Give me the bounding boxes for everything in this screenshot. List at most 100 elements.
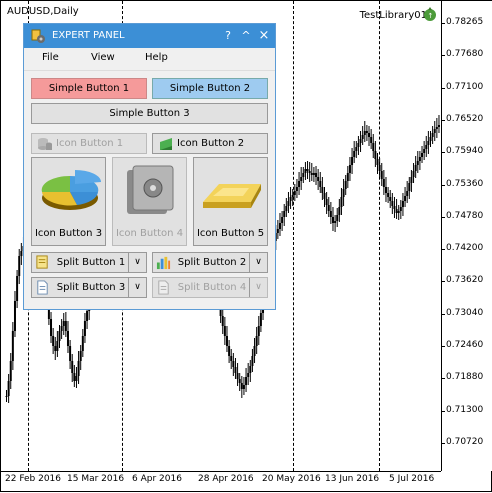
expert-panel-icon — [31, 29, 45, 43]
simple-button-3[interactable]: Simple Button 3 — [31, 103, 268, 124]
candle-body — [71, 361, 74, 373]
chevron-down-icon[interactable]: ∨ — [128, 253, 146, 272]
candle-body — [412, 171, 415, 177]
candle-body — [370, 137, 373, 143]
candle-body — [348, 165, 351, 173]
candle-body — [323, 193, 326, 199]
candle-body — [429, 137, 432, 141]
candle-body — [321, 187, 324, 193]
candle-body — [408, 183, 411, 191]
candle-body — [372, 143, 375, 151]
menu-file[interactable]: File — [42, 52, 59, 63]
price-axis — [441, 1, 492, 471]
candle-body — [315, 173, 318, 177]
candle-body — [361, 135, 364, 139]
panel-title: EXPERT PANEL — [52, 30, 125, 41]
icon-button-4[interactable]: Icon Button 4 — [112, 157, 187, 246]
candle-body — [329, 211, 332, 217]
time-tick-label: 28 Apr 2016 — [198, 474, 254, 484]
simple-button-2[interactable]: Simple Button 2 — [152, 78, 268, 99]
simple-button-1[interactable]: Simple Button 1 — [31, 78, 147, 99]
candle-body — [327, 205, 330, 211]
candle-body — [285, 206, 288, 211]
split-button-3[interactable]: Split Button 3 ∨ — [31, 277, 147, 298]
price-tick-label: 0.75940 — [446, 146, 484, 157]
candle-body — [387, 193, 390, 197]
close-button[interactable]: × — [256, 28, 272, 44]
candle-body — [13, 301, 16, 331]
candle-body — [257, 326, 260, 336]
candle-body — [5, 396, 8, 397]
candle-body — [319, 181, 322, 187]
candle-body — [363, 131, 366, 135]
chevron-down-icon[interactable]: ∨ — [249, 278, 267, 297]
period-separator — [293, 1, 294, 471]
candle-body — [66, 331, 69, 346]
candle-body — [240, 383, 243, 389]
icon-button-5-label: Icon Button 5 — [196, 228, 265, 239]
candle-body — [223, 326, 226, 336]
period-separator — [379, 1, 380, 471]
candle-body — [433, 129, 436, 133]
candle-body — [293, 191, 296, 195]
split-button-1[interactable]: Split Button 1 ∨ — [31, 252, 147, 273]
candle-body — [421, 153, 424, 157]
price-tick-label: 0.74780 — [446, 210, 484, 221]
candle-body — [359, 139, 362, 143]
candle-body — [50, 319, 53, 336]
candle-body — [395, 209, 398, 213]
candle-body — [423, 149, 426, 153]
candle-body — [389, 197, 392, 201]
candle-body — [325, 199, 328, 205]
candle-body — [247, 373, 250, 377]
candle-body — [9, 361, 12, 381]
candle-body — [64, 321, 67, 331]
candle-body — [73, 373, 76, 381]
candle-body — [365, 131, 368, 133]
split-button-3-label: Split Button 3 — [56, 282, 126, 293]
candle-body — [221, 316, 224, 326]
candle-body — [69, 346, 72, 361]
price-tick-mark — [441, 442, 445, 444]
candle-body — [401, 201, 404, 207]
split-button-4[interactable]: Split Button 4 ∨ — [152, 277, 268, 298]
bar-chart-icon — [156, 256, 171, 270]
split-button-2[interactable]: Split Button 2 ∨ — [152, 252, 268, 273]
chevron-down-icon[interactable]: ∨ — [249, 253, 267, 272]
candle-body — [380, 171, 383, 179]
icon-button-2[interactable]: Icon Button 2 — [152, 133, 268, 154]
candle-body — [304, 169, 307, 173]
candle-body — [308, 171, 311, 173]
candle-body — [259, 313, 262, 326]
scroll-icon — [36, 255, 48, 269]
candle-body — [281, 217, 284, 223]
candle-body — [340, 197, 343, 207]
time-tick-label: 6 Apr 2016 — [132, 474, 182, 484]
price-tick-mark — [441, 313, 445, 315]
candle-body — [368, 133, 371, 137]
candle-body — [295, 187, 298, 191]
candle-body — [353, 151, 356, 157]
icon-button-1[interactable]: Icon Button 1 — [31, 133, 147, 154]
candle-body — [397, 211, 400, 213]
candle-body — [298, 181, 301, 187]
chevron-down-icon[interactable]: ∨ — [128, 278, 146, 297]
icon-button-3[interactable]: Icon Button 3 — [31, 157, 106, 246]
candle-body — [414, 165, 417, 171]
candle-body — [300, 177, 303, 181]
candle-body — [249, 366, 252, 373]
collapse-button[interactable]: ^ — [238, 28, 254, 44]
panel-body: Simple Button 1 Simple Button 2 Simple B… — [24, 70, 275, 309]
candle-body — [306, 169, 309, 171]
menu-help[interactable]: Help — [145, 52, 168, 63]
help-button[interactable]: ? — [220, 28, 236, 44]
panel-titlebar[interactable]: EXPERT PANEL ? ^ × — [24, 24, 275, 48]
icon-button-3-label: Icon Button 3 — [34, 228, 103, 239]
menu-view[interactable]: View — [91, 52, 115, 63]
candle-body — [60, 326, 63, 331]
candle-body — [346, 173, 349, 181]
icon-button-5[interactable]: Icon Button 5 — [193, 157, 268, 246]
price-tick-mark — [441, 346, 445, 347]
candle-body — [351, 157, 354, 165]
candle-body — [425, 145, 428, 149]
